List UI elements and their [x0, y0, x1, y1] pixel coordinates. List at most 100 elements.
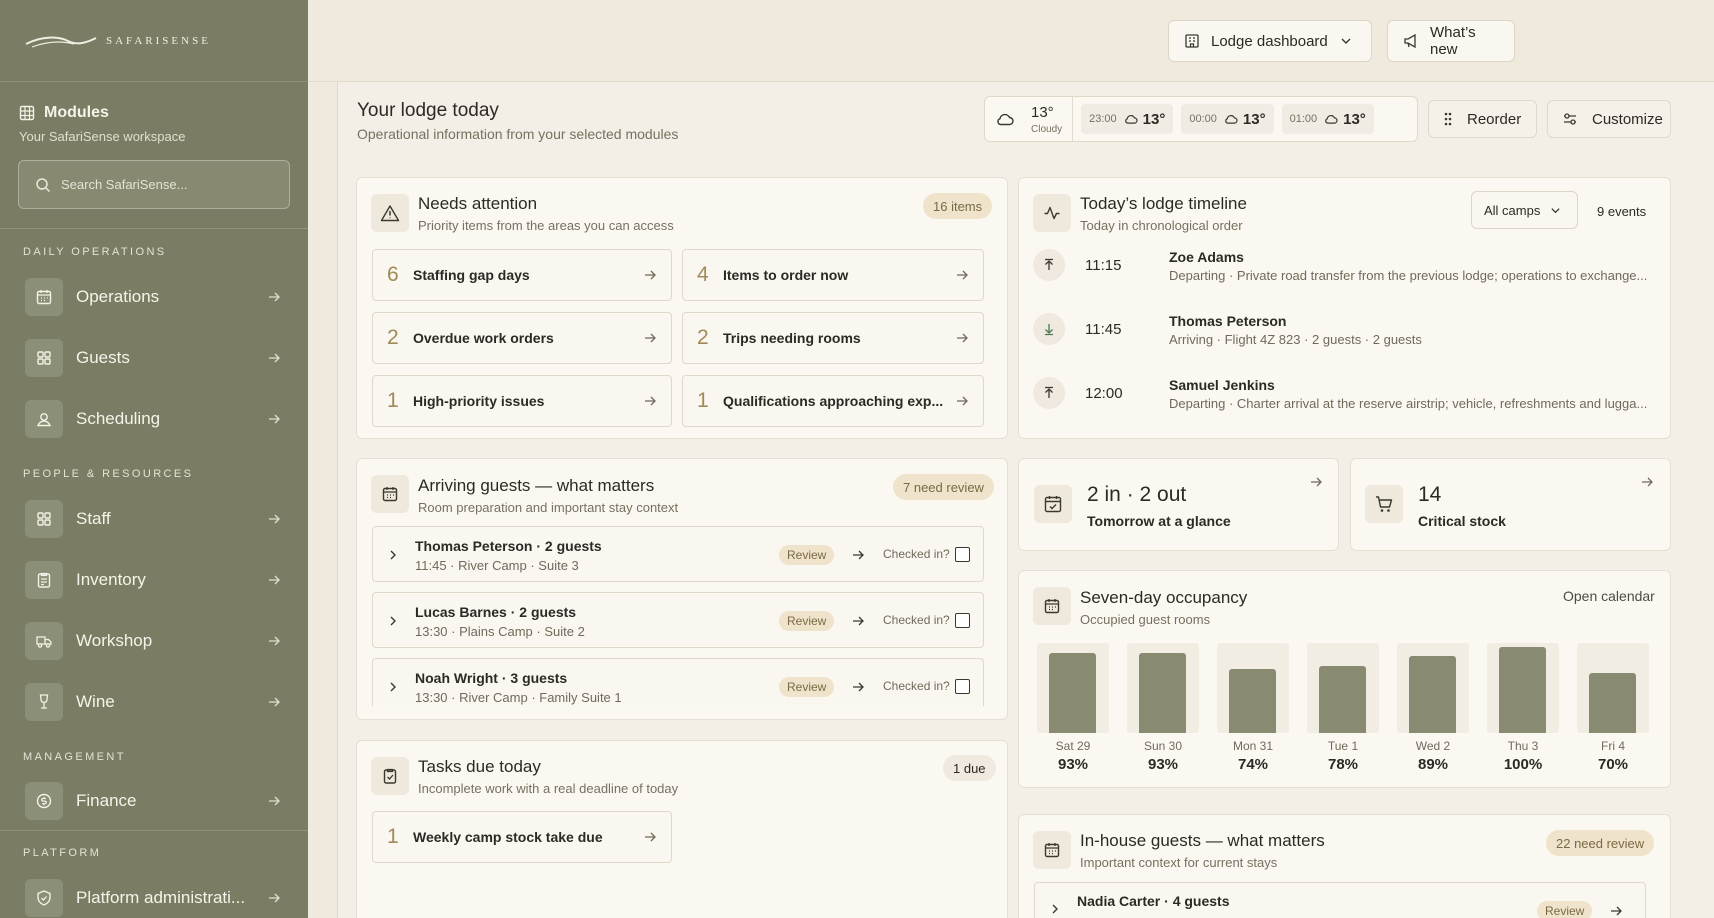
arrow-right-icon: [267, 412, 281, 426]
review-badge[interactable]: Review: [779, 611, 835, 631]
arrow-right-icon: [267, 794, 281, 808]
occupancy-day-label: Thu 3: [1507, 739, 1539, 753]
sidebar-item-staff[interactable]: Staff: [25, 499, 285, 539]
occupancy-bar[interactable]: [1589, 673, 1636, 733]
brand-swoosh-icon: [24, 32, 98, 50]
sidebar-item-label: Wine: [76, 692, 115, 711]
sidebar-item-inventory[interactable]: Inventory: [25, 560, 285, 600]
tile-label: Staffing gap days: [413, 267, 530, 283]
calendar-icon: [1033, 831, 1071, 869]
arrow-right-icon[interactable]: [851, 680, 865, 694]
arriving-review-badge: 7 need review: [893, 474, 994, 500]
arriving-guest-row[interactable]: Thomas Peterson · 2 guests 11:45 · River…: [372, 526, 984, 582]
arrow-right-icon: [267, 351, 281, 365]
arrow-right-icon[interactable]: [1640, 475, 1654, 489]
chevron-right-icon[interactable]: [1049, 903, 1061, 915]
tile-label: Weekly camp stock take due: [413, 829, 603, 845]
chevron-right-icon[interactable]: [387, 615, 399, 627]
event-time: 11:15: [1085, 257, 1122, 274]
sidebar-item-platform-administration[interactable]: Platform administrati...: [25, 878, 285, 918]
occupancy-bar[interactable]: [1499, 647, 1546, 733]
arriving-icon: [1033, 313, 1065, 345]
tasks-due-badge: 1 due: [943, 755, 996, 781]
warning-icon: [371, 194, 409, 232]
arriving-guest-row[interactable]: Noah Wright · 3 guests 13:30 · River Cam…: [372, 658, 984, 706]
sidebar-item-workshop[interactable]: Workshop: [25, 621, 285, 661]
grid-icon: [25, 500, 63, 538]
clipboard-check-icon: [371, 757, 409, 795]
timeline-event[interactable]: 12:00 Samuel Jenkins Departing · Charter…: [1033, 377, 1653, 427]
search-input[interactable]: Search SafariSense...: [18, 160, 290, 209]
camp-filter-dropdown[interactable]: All camps: [1471, 191, 1578, 229]
chevron-right-icon[interactable]: [387, 549, 399, 561]
whats-new-button[interactable]: What’s new: [1387, 20, 1515, 62]
sidebar-item-operations[interactable]: Operations: [25, 277, 285, 317]
chevron-right-icon[interactable]: [387, 681, 399, 693]
cloud-icon: [1123, 113, 1139, 125]
megaphone-icon: [1402, 32, 1420, 50]
event-time: 11:45: [1085, 321, 1122, 338]
occupancy-bar[interactable]: [1319, 666, 1366, 733]
arrow-right-icon[interactable]: [851, 548, 865, 562]
sidebar-item-scheduling[interactable]: Scheduling: [25, 399, 285, 439]
inhouse-review-badge: 22 need review: [1546, 830, 1655, 856]
tile-count: 2: [387, 326, 399, 349]
tile-count: 1: [387, 825, 399, 848]
timeline-title: Today’s lodge timeline: [1080, 194, 1247, 213]
timeline-subtitle: Today in chronological order: [1080, 218, 1243, 233]
occupancy-percent-label: 78%: [1327, 756, 1359, 773]
occupancy-bar[interactable]: [1229, 669, 1276, 733]
occupancy-bar[interactable]: [1139, 653, 1186, 733]
tile-label: High-priority issues: [413, 393, 545, 409]
task-tile[interactable]: 1 Weekly camp stock take due: [372, 811, 672, 863]
timeline-event[interactable]: 11:15 Zoe Adams Departing · Private road…: [1033, 249, 1653, 299]
attention-tile-qualifications[interactable]: 1 Qualifications approaching exp...: [682, 375, 984, 427]
attention-tile-order[interactable]: 4 Items to order now: [682, 249, 984, 301]
occupancy-bar[interactable]: [1049, 653, 1096, 733]
departing-icon: [1033, 249, 1065, 281]
event-detail: Arriving · Flight 4Z 823 · 2 guests · 2 …: [1169, 332, 1422, 347]
page-subtitle: Operational information from your select…: [357, 126, 679, 142]
review-badge[interactable]: Review: [1537, 901, 1593, 918]
sidebar-item-finance[interactable]: Finance: [25, 781, 285, 821]
brand-name: SAFARISENSE: [106, 34, 211, 47]
departing-icon: [1033, 377, 1065, 409]
grid-icon: [25, 339, 63, 377]
modules-subtitle: Your SafariSense workspace: [19, 129, 186, 144]
attention-tile-staffing[interactable]: 6 Staffing gap days: [372, 249, 672, 301]
reorder-button[interactable]: Reorder: [1428, 100, 1537, 138]
attention-tile-work-orders[interactable]: 2 Overdue work orders: [372, 312, 672, 364]
arriving-guest-row[interactable]: Lucas Barnes · 2 guests 13:30 · Plains C…: [372, 592, 984, 648]
sliders-icon: [1562, 111, 1578, 127]
attention-tile-trips[interactable]: 2 Trips needing rooms: [682, 312, 984, 364]
brand-logo[interactable]: SAFARISENSE: [0, 0, 308, 82]
occupancy-bar[interactable]: [1409, 656, 1456, 733]
sidebar-item-wine[interactable]: Wine: [25, 682, 285, 722]
event-detail: Departing · Charter arrival at the reser…: [1169, 396, 1648, 411]
arrow-right-icon[interactable]: [1309, 475, 1323, 489]
search-icon: [35, 177, 51, 193]
attention-tile-issues[interactable]: 1 High-priority issues: [372, 375, 672, 427]
sidebar-item-label: Platform administrati...: [76, 888, 246, 907]
arrow-right-icon[interactable]: [851, 614, 865, 628]
arrow-right-icon[interactable]: [1609, 904, 1623, 918]
checked-in-checkbox[interactable]: [955, 613, 970, 628]
occupancy-subtitle: Occupied guest rooms: [1080, 612, 1211, 627]
arrow-right-icon: [643, 394, 657, 408]
tile-label: Overdue work orders: [413, 330, 554, 346]
open-calendar-link[interactable]: Open calendar: [1563, 588, 1655, 604]
lodge-dashboard-dropdown[interactable]: Lodge dashboard: [1168, 20, 1372, 62]
review-badge[interactable]: Review: [779, 545, 835, 565]
section-people-resources: PEOPLE & RESOURCES: [23, 468, 194, 480]
checked-in-checkbox[interactable]: [955, 679, 970, 694]
tomorrow-glance-label: Tomorrow at a glance: [1087, 513, 1231, 529]
customize-button[interactable]: Customize: [1547, 100, 1671, 138]
inhouse-guest-row[interactable]: Nadia Carter · 4 guests Review: [1034, 882, 1646, 918]
review-badge[interactable]: Review: [779, 677, 835, 697]
sidebar-item-guests[interactable]: Guests: [25, 338, 285, 378]
timeline-event[interactable]: 11:45 Thomas Peterson Arriving · Flight …: [1033, 313, 1653, 363]
reorder-label: Reorder: [1467, 110, 1522, 128]
checked-in-checkbox[interactable]: [955, 547, 970, 562]
event-guest-name: Thomas Peterson: [1169, 313, 1287, 329]
occupancy-percent-label: 70%: [1597, 756, 1629, 773]
